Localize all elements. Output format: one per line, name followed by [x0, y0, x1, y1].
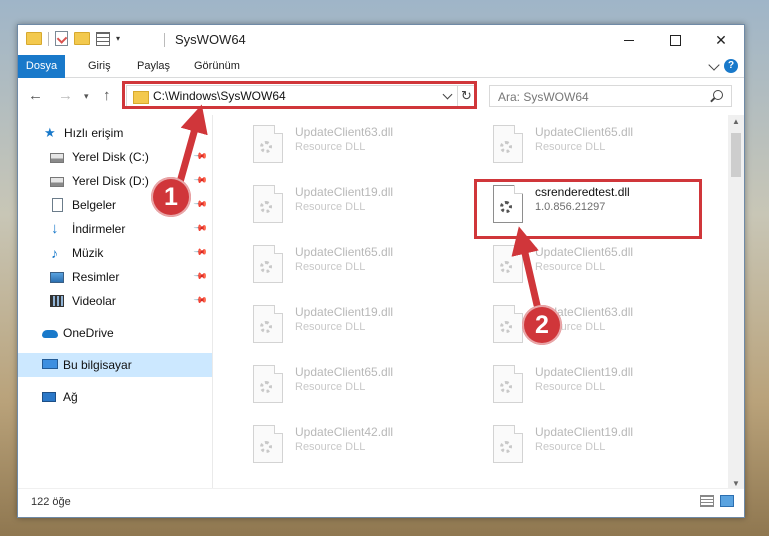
callout-arrows	[176, 104, 541, 309]
callout-arrow-1	[176, 104, 208, 186]
callout-arrow-2	[511, 226, 541, 309]
callout-badge-1: 1	[151, 177, 191, 217]
callout-badge-2: 2	[522, 305, 562, 345]
